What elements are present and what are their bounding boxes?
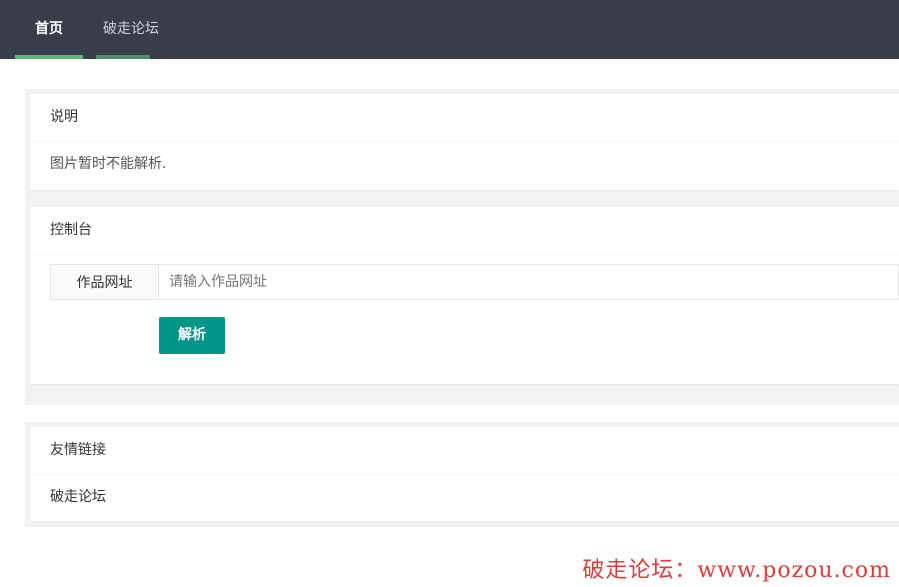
url-input[interactable] [158,264,899,300]
description-card: 说明 图片暂时不能解析. [30,94,899,190]
console-card: 控制台 作品网址 解析 [30,207,899,384]
nav-forum[interactable]: 破走论坛 [96,0,166,59]
parse-button[interactable]: 解析 [159,317,225,354]
url-form-row: 作品网址 [50,264,899,300]
console-title: 控制台 [30,207,899,255]
friend-link-item[interactable]: 破走论坛 [30,475,899,521]
nav-home-indicator [15,55,83,59]
description-title: 说明 [30,94,899,142]
description-text: 图片暂时不能解析. [50,156,167,172]
top-navigation: 首页 破走论坛 [0,0,899,59]
friend-links-card: 友情链接 破走论坛 [30,427,899,521]
nav-forum-indicator [96,55,150,59]
nav-home[interactable]: 首页 [15,0,83,59]
watermark-text: 破走论坛：www.pozou.com [582,558,891,583]
friend-links-title: 友情链接 [30,427,899,475]
url-field-label: 作品网址 [50,264,158,300]
